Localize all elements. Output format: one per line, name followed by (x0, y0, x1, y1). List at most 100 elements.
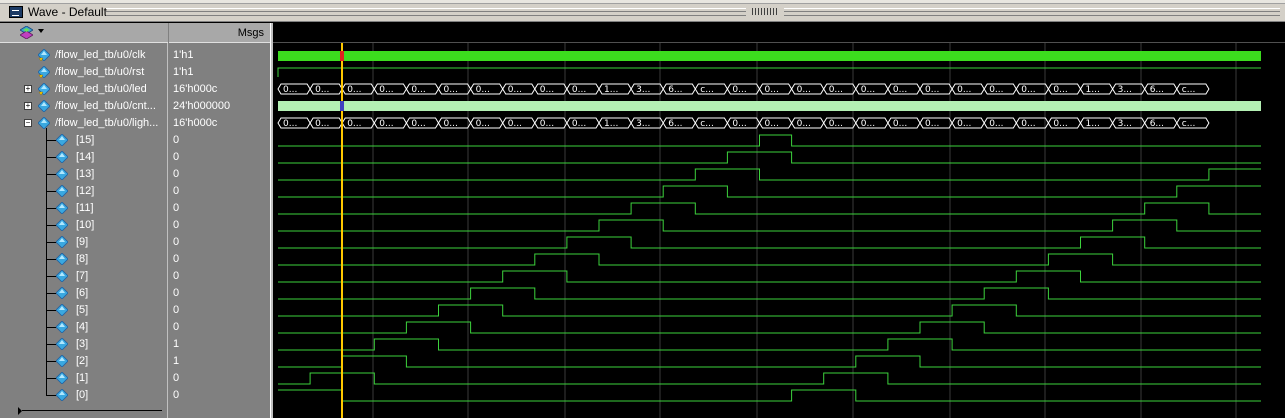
led-bus-value-label: 0... (411, 85, 425, 95)
light-bus-value-label: 0... (444, 119, 458, 129)
led-bus-value-label: 0... (861, 85, 875, 95)
led-bus-value-label: 0... (508, 85, 522, 95)
bit-waveform (278, 287, 1261, 300)
bit-waveform (278, 219, 1261, 232)
bit-row[interactable]: [7] 0 (0, 268, 270, 285)
led-bus-value-label: 3... (636, 85, 650, 95)
led-bus-value-label: 0... (925, 85, 939, 95)
waveform-canvas[interactable]: 0... 0... 0... 0... 0... 0... 0... 0... 0... 0...… (273, 23, 1285, 418)
expand-toggle[interactable]: + (24, 85, 32, 93)
led-bus-value-label: 0... (379, 85, 393, 95)
led-bus-value-label: 0... (989, 85, 1003, 95)
light-bus-value-label: 1... (604, 119, 618, 129)
signal-row[interactable]: − /flow_led_tb/u0/ligh... 16'h000c (0, 115, 270, 132)
bit-row[interactable]: [11] 0 (0, 200, 270, 217)
tree-branch-stub (46, 140, 56, 141)
bit-row[interactable]: [5] 0 (0, 302, 270, 319)
signal-row[interactable]: + /flow_led_tb/u0/led 16'h000c (0, 81, 270, 98)
light-bus-value-label: 0... (732, 119, 746, 129)
wave-window-icon[interactable] (9, 6, 23, 18)
tree-branch-stub (46, 276, 56, 277)
bit-waveform (278, 372, 1261, 385)
tree-branch-stub (46, 310, 56, 311)
tree-branch-stub (46, 157, 56, 158)
bit-row[interactable]: [10] 0 (0, 217, 270, 234)
bit-label: [2] (76, 355, 89, 367)
light-bus-value-label: 1... (1086, 119, 1100, 129)
name-column-header (0, 23, 168, 43)
tree-branch-stub (46, 378, 56, 379)
light-bus-value-label: 0... (540, 119, 554, 129)
bit-row[interactable]: [3] 1 (0, 336, 270, 353)
bit-row[interactable]: [0] 0 (0, 387, 270, 404)
light-bus-value-label: 6... (1150, 119, 1164, 129)
bit-row[interactable]: [8] 0 (0, 251, 270, 268)
tree-branch-stub (46, 361, 56, 362)
bit-value: 0 (173, 185, 180, 197)
signal-row[interactable]: /flow_led_tb/u0/rst 1'h1 (0, 64, 270, 81)
led-bus-value-label: 0... (732, 85, 746, 95)
waveform-pane[interactable]: 0... 0... 0... 0... 0... 0... 0... 0... 0... 0...… (273, 23, 1285, 418)
led-bus-value-label: c... (1182, 85, 1196, 95)
led-bus-value-label: 0... (765, 85, 779, 95)
clk-waveform (278, 51, 1261, 61)
diamond-signal-icon (56, 202, 68, 214)
bit-row[interactable]: [15] 0 (0, 132, 270, 149)
light-bus-value-label: c... (1182, 119, 1196, 129)
diamond-signal-icon (38, 83, 50, 95)
light-bus-value-label: 0... (957, 119, 971, 129)
diamond-signal-icon (38, 117, 50, 129)
led-bus-value-label: 0... (283, 85, 297, 95)
led-bus-value-label: 0... (957, 85, 971, 95)
bit-row[interactable]: [14] 0 (0, 149, 270, 166)
bit-value: 0 (173, 134, 180, 146)
bit-row[interactable]: [9] 0 (0, 234, 270, 251)
bit-row[interactable]: [6] 0 (0, 285, 270, 302)
bit-value: 0 (173, 321, 180, 333)
bit-label: [11] (76, 202, 94, 214)
diamond-signal-icon (56, 270, 68, 282)
light-bus-value-label: 0... (893, 119, 907, 129)
diamond-signal-icon (56, 355, 68, 367)
collapse-toggle[interactable]: − (24, 119, 32, 127)
diamond-signal-icon (56, 134, 68, 146)
expand-toggle[interactable]: + (24, 102, 32, 110)
light-bus-value-label: 0... (989, 119, 1003, 129)
bit-row[interactable]: [4] 0 (0, 319, 270, 336)
signal-name: /flow_led_tb/u0/cnt... (55, 100, 156, 112)
light-bus-value-label: 0... (411, 119, 425, 129)
led-bus-value-label: 1... (604, 85, 618, 95)
bit-label: [9] (76, 236, 89, 248)
chevron-down-icon[interactable] (38, 29, 44, 33)
signal-row[interactable]: + /flow_led_tb/u0/cnt... 24'h000000 (0, 98, 270, 115)
tree-branch-stub (46, 327, 56, 328)
diamond-signal-icon (56, 304, 68, 316)
bit-label: [3] (76, 338, 89, 350)
led-bus-value-label: 0... (893, 85, 907, 95)
tree-branch-stub (46, 293, 56, 294)
led-bus-value-label: 0... (1021, 85, 1035, 95)
panel-footer (0, 403, 168, 415)
led-bus-value-label: 6... (668, 85, 682, 95)
bit-value: 0 (173, 270, 180, 282)
bit-label: [12] (76, 185, 95, 197)
tree-branch-stub (46, 174, 56, 175)
led-bus-value-label: 3... (1118, 85, 1132, 95)
light-bus-value-label: 0... (379, 119, 393, 129)
wave-window-titlebar: Wave - Default (0, 0, 1285, 22)
titlebar-grip-left (106, 8, 746, 16)
bit-row[interactable]: [13] 0 (0, 166, 270, 183)
bit-row[interactable]: [2] 1 (0, 353, 270, 370)
signal-name: /flow_led_tb/u0/rst (55, 66, 145, 78)
light-bus-value-label: 6... (668, 119, 682, 129)
bit-row[interactable]: [12] 0 (0, 183, 270, 200)
led-bus-value-label: 0... (572, 85, 586, 95)
titlebar-grip-right (784, 8, 1280, 16)
dock-handle[interactable] (752, 8, 778, 15)
light-bus-value-label: 0... (508, 119, 522, 129)
bit-value: 0 (173, 236, 180, 248)
bit-row[interactable]: [1] 0 (0, 370, 270, 387)
diamond-signal-icon (56, 389, 68, 401)
signal-row[interactable]: /flow_led_tb/u0/clk 1'h1 (0, 47, 270, 64)
layout-icon[interactable] (20, 26, 33, 39)
